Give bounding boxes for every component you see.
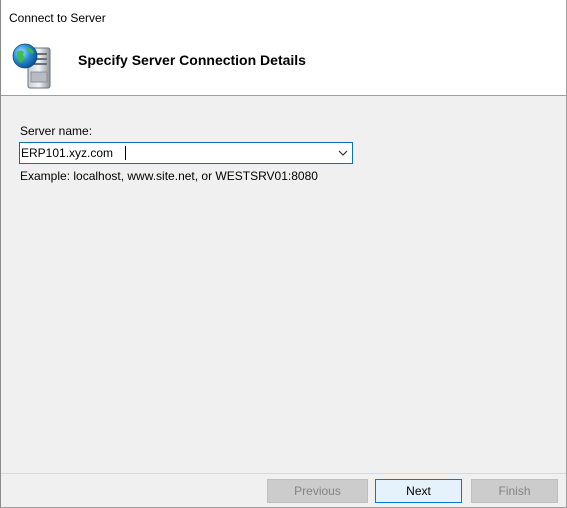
connect-to-server-dialog: Connect to Server Specify Server Connect… (0, 0, 567, 508)
window-title: Connect to Server (9, 11, 106, 25)
server-name-label: Server name: (20, 124, 93, 138)
wizard-content: Server name: Example: localhost, www.sit… (1, 97, 566, 473)
server-globe-icon (11, 40, 59, 90)
text-caret (125, 146, 126, 160)
finish-button[interactable]: Finish (471, 479, 558, 503)
previous-button[interactable]: Previous (267, 479, 368, 503)
next-button[interactable]: Next (375, 479, 462, 503)
server-name-combobox[interactable] (19, 142, 353, 164)
wizard-header: Specify Server Connection Details (1, 32, 566, 96)
server-name-input[interactable] (21, 144, 331, 162)
wizard-footer: Previous Next Finish (1, 473, 566, 507)
page-title: Specify Server Connection Details (78, 52, 306, 68)
example-hint: Example: localhost, www.site.net, or WES… (20, 169, 318, 183)
chevron-down-icon[interactable] (334, 143, 352, 163)
title-bar: Connect to Server (1, 0, 566, 32)
